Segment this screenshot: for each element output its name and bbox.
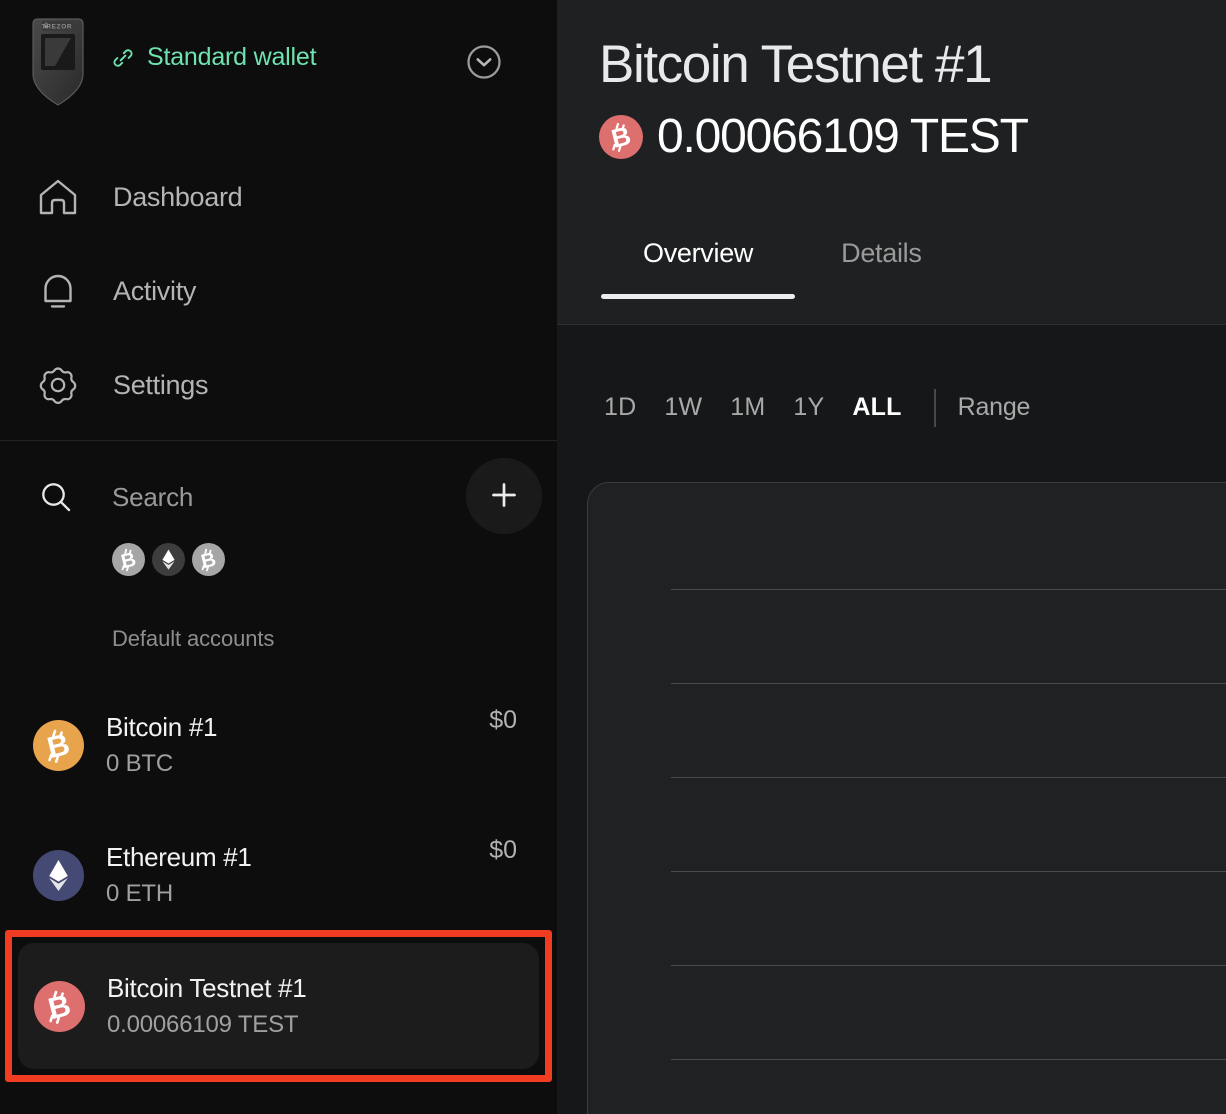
- account-row-bitcoin-testnet[interactable]: B Bitcoin Testnet #1 0.00066109 TEST: [18, 943, 539, 1069]
- accounts-section-label: Default accounts: [112, 626, 275, 651]
- account-row-bitcoin[interactable]: B Bitcoin #1 0 BTC $0: [0, 680, 557, 810]
- range-option-all[interactable]: ALL: [838, 387, 915, 428]
- account-list: B Bitcoin #1 0 BTC $0 Ethereum #1 0 ETH …: [0, 680, 557, 940]
- wallet-name: Standard wallet: [147, 43, 317, 71]
- graph-range-selector: 1D 1W 1M 1Y ALL Range: [590, 387, 1030, 428]
- sidebar-item-settings[interactable]: Settings: [0, 338, 557, 432]
- svg-text:TREZOR: TREZOR: [42, 24, 72, 31]
- account-name: Ethereum #1: [106, 842, 252, 872]
- account-text: Bitcoin Testnet #1 0.00066109 TEST: [107, 973, 499, 1039]
- chevron-down-circle-icon[interactable]: [465, 43, 503, 81]
- account-amount: 0 BTC: [106, 750, 174, 777]
- bitcoin-filter-badge[interactable]: B: [112, 543, 145, 576]
- wallet-selector[interactable]: Standard wallet: [112, 43, 317, 72]
- bitcoin-testnet-filter-badge[interactable]: B: [192, 543, 225, 576]
- main-navigation: Dashboard Activity Settings: [0, 150, 557, 432]
- link-icon: [112, 47, 134, 69]
- range-custom-button[interactable]: Range: [958, 393, 1031, 422]
- tab-details[interactable]: Details: [797, 228, 965, 299]
- sidebar-item-activity[interactable]: Activity: [0, 244, 557, 338]
- sidebar-divider: [0, 440, 557, 441]
- balance-line: B 0.00066109 TEST: [599, 109, 1199, 164]
- add-account-button[interactable]: [466, 458, 542, 534]
- tab-label: Details: [841, 238, 922, 268]
- account-tabs: Overview Details: [599, 228, 966, 299]
- account-fiat-value: $0: [489, 706, 517, 734]
- plus-icon: [487, 478, 521, 515]
- tab-overview[interactable]: Overview: [599, 228, 797, 299]
- account-row-ethereum[interactable]: Ethereum #1 0 ETH $0: [0, 810, 557, 940]
- sidebar: TREZOR Standard wallet Dashboard Activit…: [0, 0, 557, 1114]
- account-header: Bitcoin Testnet #1 B 0.00066109 TEST: [599, 36, 1199, 164]
- chart-gridline: [671, 777, 1226, 778]
- bitcoin-coin-icon: B: [33, 719, 84, 771]
- chart-gridline: [671, 589, 1226, 590]
- range-option-1y[interactable]: 1Y: [779, 387, 838, 428]
- bitcoin-testnet-coin-icon: B: [34, 980, 85, 1032]
- account-name: Bitcoin #1: [106, 712, 218, 742]
- ethereum-filter-badge[interactable]: [152, 543, 185, 576]
- sidebar-item-label: Settings: [113, 369, 209, 400]
- overview-content: 1D 1W 1M 1Y ALL Range: [557, 325, 1226, 1114]
- wallet-header: TREZOR Standard wallet: [0, 0, 557, 122]
- account-text: Ethereum #1 0 ETH: [106, 842, 489, 908]
- chart-gridline: [671, 683, 1226, 684]
- main-panel: Bitcoin Testnet #1 B 0.00066109 TEST Ove…: [557, 0, 1226, 1114]
- page-title: Bitcoin Testnet #1: [599, 35, 993, 94]
- range-option-1w[interactable]: 1W: [650, 387, 716, 428]
- account-amount: 0 ETH: [106, 880, 174, 907]
- account-text: Bitcoin #1 0 BTC: [106, 712, 489, 778]
- chart-gridline: [671, 1059, 1226, 1060]
- chart-gridline: [671, 965, 1226, 966]
- trezor-suite-window: TREZOR Standard wallet Dashboard Activit…: [0, 0, 1226, 1114]
- range-option-1m[interactable]: 1M: [716, 387, 779, 428]
- ethereum-coin-icon: [33, 849, 84, 901]
- coin-filter-list: B B: [112, 543, 225, 576]
- account-name: Bitcoin Testnet #1: [107, 973, 307, 1003]
- range-divider: [933, 388, 936, 427]
- tab-label: Overview: [643, 238, 754, 268]
- account-balance: 0.00066109 TEST: [657, 110, 1029, 164]
- bell-icon: [35, 268, 81, 314]
- svg-text:B: B: [608, 120, 633, 154]
- account-amount: 0.00066109 TEST: [107, 1011, 299, 1038]
- search-icon[interactable]: [38, 479, 74, 515]
- sidebar-item-label: Activity: [113, 275, 197, 306]
- balance-graph-card[interactable]: [587, 482, 1226, 1114]
- chart-gridline: [671, 871, 1226, 872]
- home-icon: [35, 174, 81, 220]
- balance-coin-icon: B: [599, 114, 643, 159]
- search-input[interactable]: [112, 476, 432, 518]
- sidebar-item-label: Dashboard: [113, 181, 243, 212]
- selected-account-container: B Bitcoin Testnet #1 0.00066109 TEST: [18, 943, 539, 1069]
- account-fiat-value: $0: [489, 836, 517, 864]
- gear-icon: [35, 362, 81, 408]
- sidebar-item-dashboard[interactable]: Dashboard: [0, 150, 557, 244]
- trezor-device-icon: TREZOR: [29, 16, 87, 108]
- tabs-bottom-divider: [557, 324, 1226, 325]
- range-option-1d[interactable]: 1D: [590, 387, 650, 428]
